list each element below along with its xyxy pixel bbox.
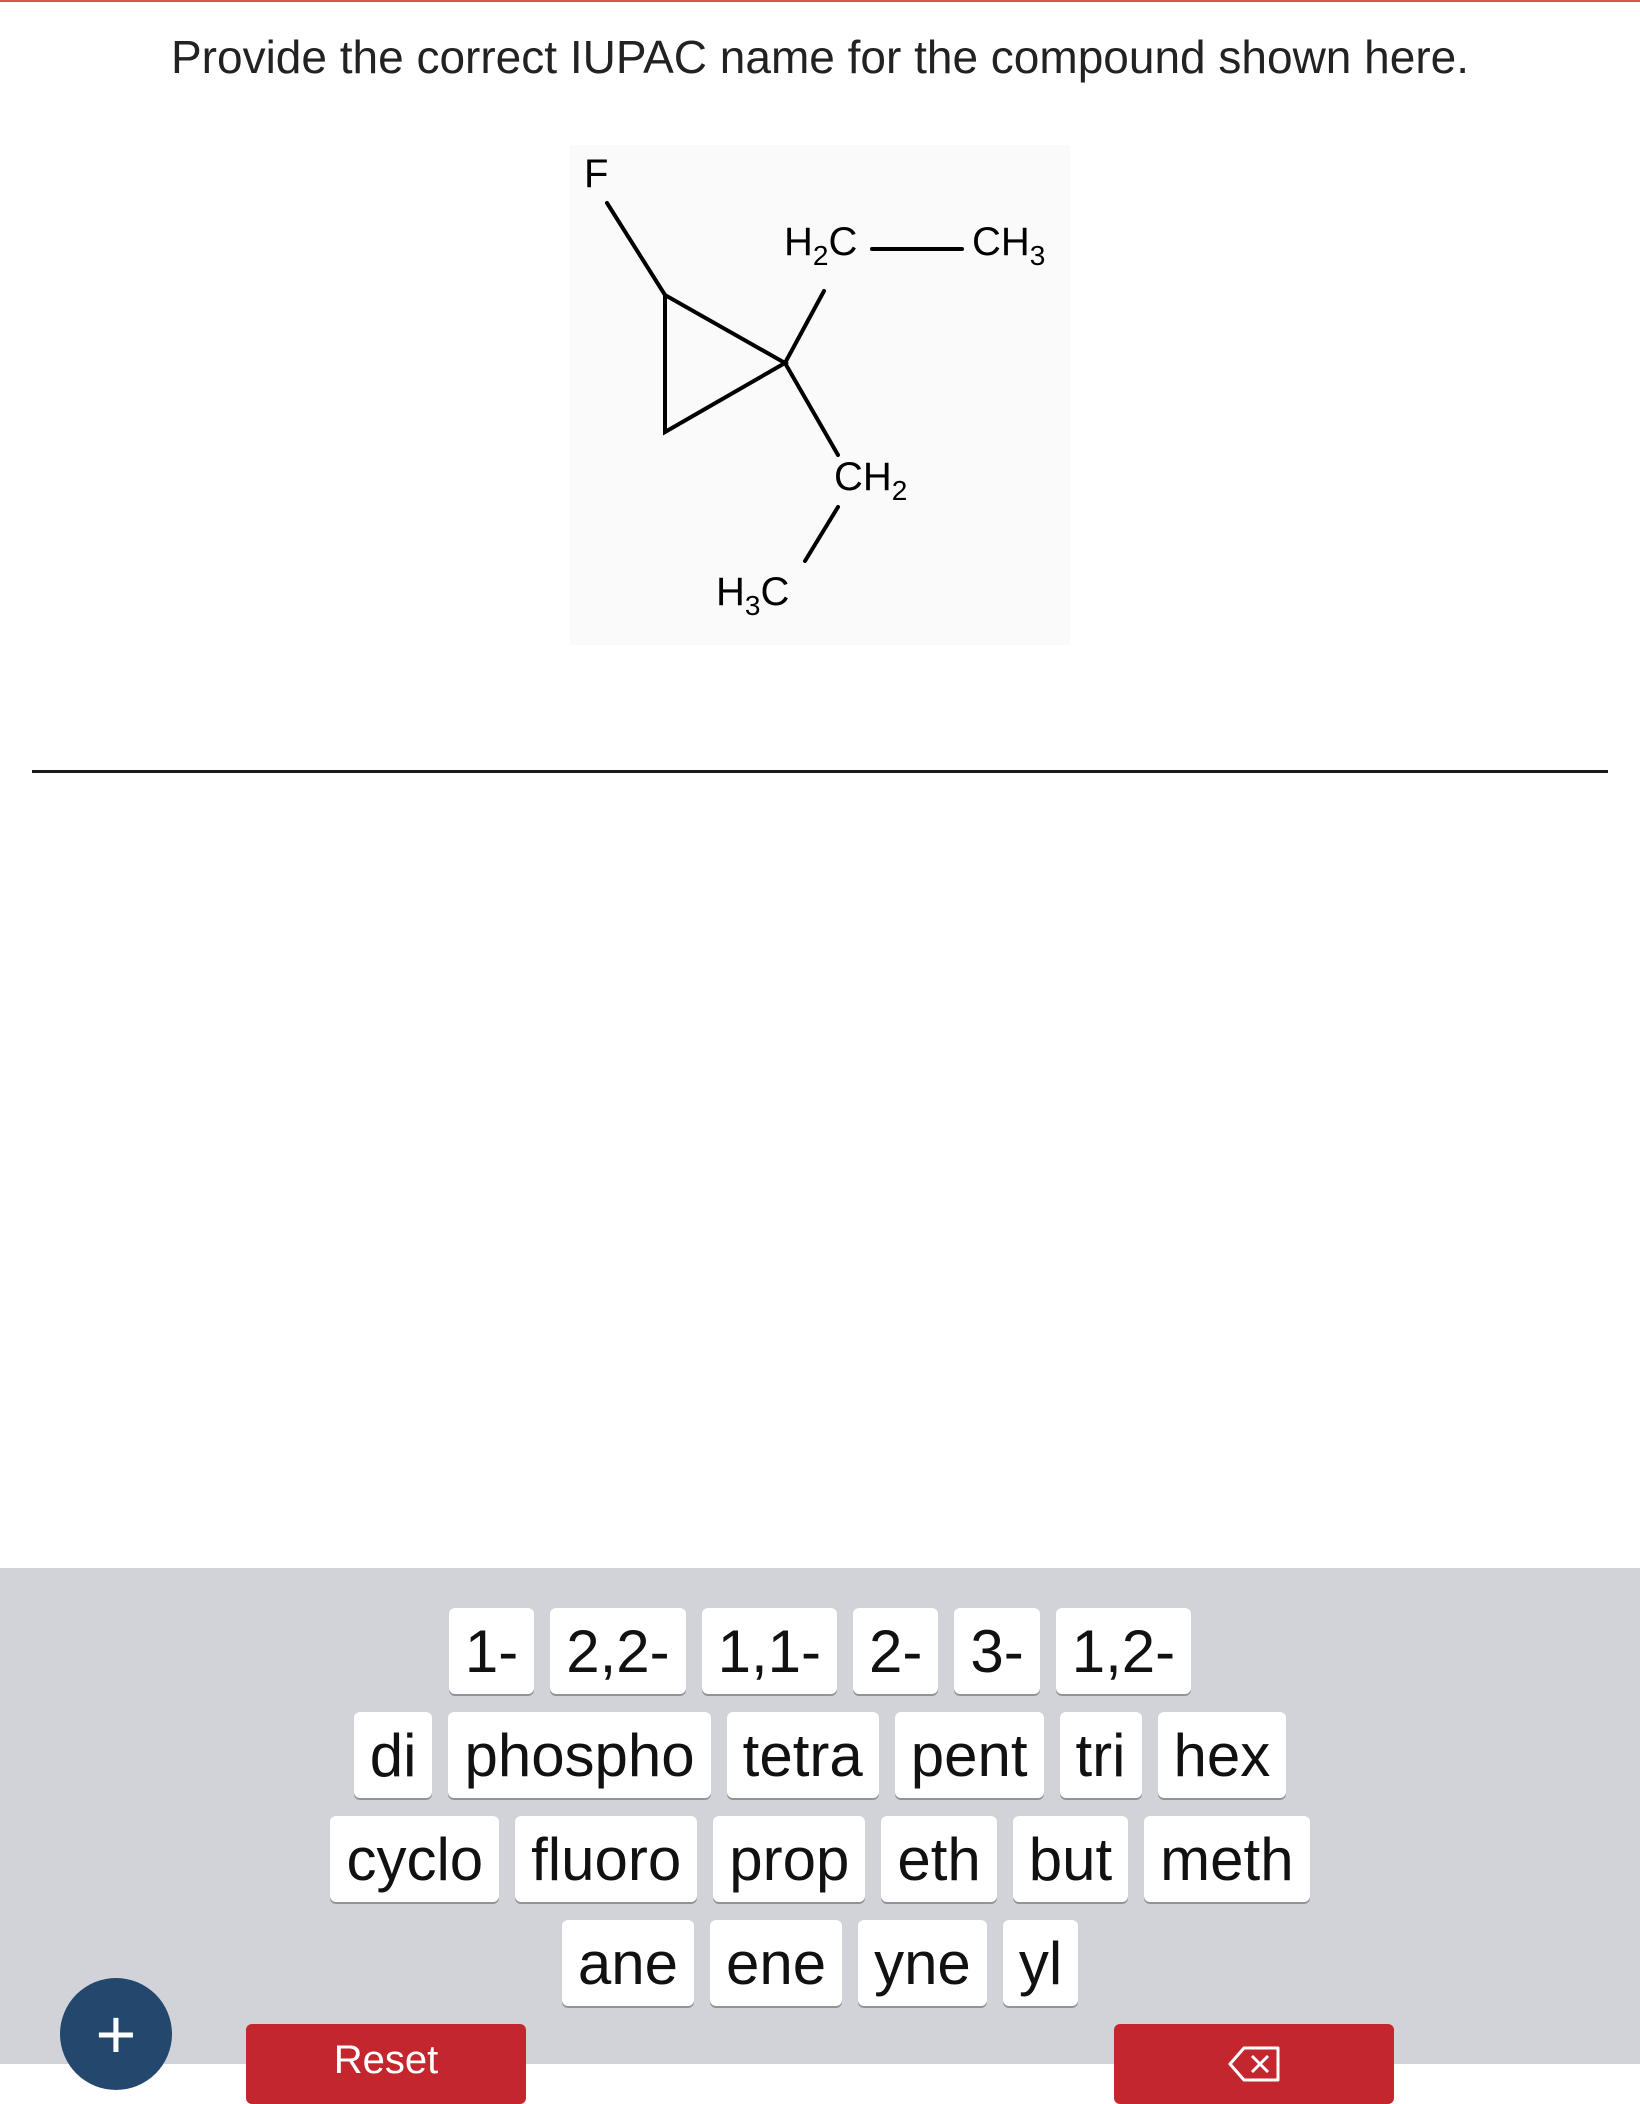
key-yne[interactable]: yne (858, 1920, 987, 2006)
key-di[interactable]: di (353, 1712, 433, 1798)
atom-bottom-ch3-c: C (760, 570, 789, 614)
name-builder-keyboard: 1- 2,2- 1,1- 2- 3- 1,2- di phospho tetra… (0, 1568, 1640, 2064)
atom-top-ch2-h: H (784, 220, 813, 264)
question-text: Provide the correct IUPAC name for the c… (170, 31, 1470, 83)
atom-fluorine: F (584, 152, 608, 196)
key-tri[interactable]: tri (1059, 1712, 1142, 1798)
key-but[interactable]: but (1012, 1816, 1129, 1902)
answer-input-line[interactable] (32, 770, 1608, 773)
bond-ring-bottom-ch2 (783, 361, 840, 457)
atom-bottom-ch2: CH2 (834, 455, 907, 506)
atom-bottom-ch3-sub: 3 (745, 590, 761, 621)
atom-bottom-ch2-c: CH (834, 455, 892, 499)
key-ane[interactable]: ane (561, 1920, 694, 2006)
cyclopropane-ring (663, 291, 790, 436)
molecule-structure: F H2C CH3 CH2 H3C (570, 145, 1070, 645)
atom-bottom-ch3-h: H (716, 570, 745, 614)
reset-button[interactable]: Reset (246, 2024, 526, 2104)
atom-top-ch3-sub: 3 (1030, 240, 1046, 271)
key-prop[interactable]: prop (713, 1816, 866, 1902)
bond-f-ring (605, 201, 667, 297)
keyboard-row-stems: cyclo fluoro prop eth but meth (0, 1816, 1640, 1902)
atom-top-ch3-c: CH (972, 220, 1030, 264)
key-eth[interactable]: eth (881, 1816, 997, 1902)
keyboard-row-locants: 1- 2,2- 1,1- 2- 3- 1,2- (0, 1608, 1640, 1694)
key-meth[interactable]: meth (1144, 1816, 1310, 1902)
top-accent-bar (0, 0, 1640, 2)
key-locant-2-2[interactable]: 2,2- (550, 1608, 686, 1694)
key-ene[interactable]: ene (709, 1920, 843, 2006)
atom-bottom-ch2-sub: 2 (892, 475, 908, 506)
key-cyclo[interactable]: cyclo (330, 1816, 500, 1902)
key-locant-1[interactable]: 1- (448, 1608, 535, 1694)
key-locant-3[interactable]: 3- (954, 1608, 1040, 1694)
atom-top-ch3: CH3 (972, 220, 1045, 271)
keyboard-row-multipliers: di phospho tetra pent tri hex (0, 1712, 1640, 1798)
atom-top-ch2: H2C (784, 220, 857, 271)
key-phospho[interactable]: phospho (448, 1712, 711, 1798)
backspace-button[interactable] (1114, 2024, 1394, 2104)
plus-icon: + (95, 1995, 137, 2073)
atom-top-ch2-c: C (828, 220, 857, 264)
key-hex[interactable]: hex (1157, 1712, 1287, 1798)
bond-ring-top-ch2 (783, 289, 826, 365)
backspace-icon (1228, 2046, 1280, 2082)
key-locant-2[interactable]: 2- (853, 1608, 939, 1694)
key-yl[interactable]: yl (1002, 1920, 1079, 2006)
plus-button[interactable]: + (60, 1978, 172, 2090)
molecule-drawing: F H2C CH3 CH2 H3C (584, 152, 1045, 621)
keyboard-row-suffixes: ane ene yne yl (0, 1920, 1640, 2006)
atom-bottom-ch3: H3C (716, 570, 789, 621)
key-tetra[interactable]: tetra (726, 1712, 879, 1798)
key-locant-1-1[interactable]: 1,1- (701, 1608, 838, 1694)
key-fluoro[interactable]: fluoro (515, 1816, 698, 1902)
bond-bottom-ch2-ch3 (803, 505, 840, 563)
key-locant-1-2[interactable]: 1,2- (1055, 1608, 1192, 1694)
atom-labels: F H2C CH3 CH2 H3C (584, 152, 1045, 621)
atom-top-ch2-sub: 2 (813, 240, 829, 271)
key-pent[interactable]: pent (894, 1712, 1044, 1798)
